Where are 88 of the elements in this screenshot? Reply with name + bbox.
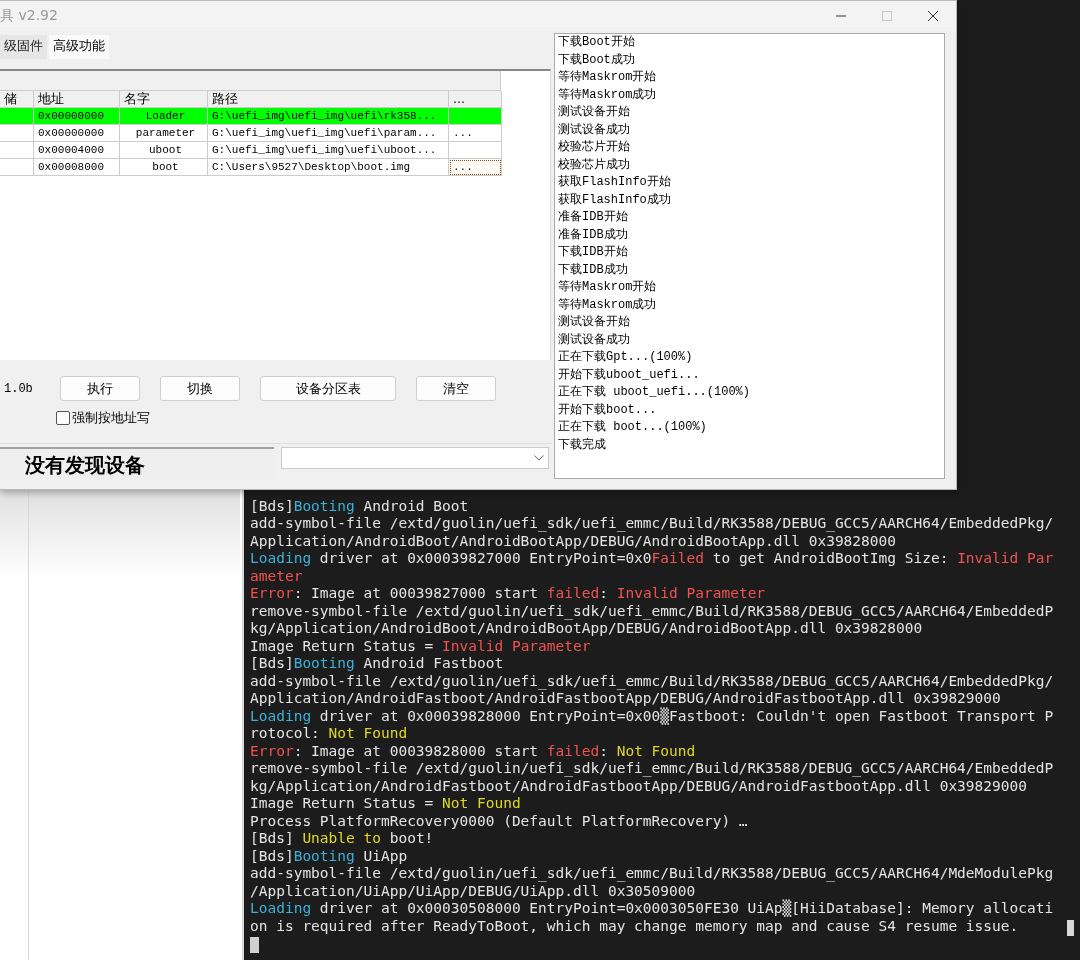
log-line: 开始下载boot... [558, 401, 658, 419]
checkbox[interactable] [56, 411, 70, 425]
log-line: 下载Boot成功 [558, 51, 636, 69]
table-cell: 0x00004000 [34, 142, 120, 159]
table-cell: parameter [120, 125, 208, 142]
terminal-line: kg/Application/AndroidBoot/AndroidBootApp/DEBUG/AndroidBootApp.dll 0x39828000 [250, 620, 923, 638]
log-line: 正在下载 boot...(100%) [558, 419, 708, 436]
column-header[interactable]: ... [449, 91, 502, 108]
terminal-line: [Bds]Booting Android Boot [250, 497, 469, 515]
log-line: 校验芯片成功 [558, 156, 631, 174]
log-line: 测试设备成功 [558, 121, 631, 139]
browse-button[interactable]: ... [449, 125, 502, 142]
terminal-line: kg/Application/AndroidFastboot/AndroidFastbootApp/DEBUG/AndroidFastbootApp.dll 0x39829000 [250, 777, 1027, 795]
version-label: 1.0b [3, 381, 34, 396]
terminal-line: ameter [250, 567, 303, 585]
terminal-line: add-symbol-file /extd/guolin/uefi_sdk/uefi_emmc/Build/RK3588/DEBUG_GCC5/AARCH64/EmbeddedPkg/ [250, 672, 1054, 690]
terminal-line: [Bds]Booting UiApp [250, 847, 408, 865]
device-dropdown[interactable] [281, 447, 549, 469]
terminal-line: /Application/UiApp/UiApp/DEBUG/UiApp.dll 0x30509000 [250, 882, 696, 900]
terminal-line: Image Return Status = Not Found [250, 795, 521, 813]
terminal-line: Loading driver at 0x00030508000 EntryPoint=0x0003050FE30 UiAp▒[HiiDatabase]: Memory allocati [250, 900, 1054, 918]
log-line: 准备IDB开始 [558, 209, 629, 226]
log-line: 校验芯片开始 [558, 139, 631, 156]
terminal-line: Process PlatformRecovery0000 (Default PlatformRecovery) … [250, 812, 748, 830]
action-button[interactable]: 执行 [60, 376, 140, 401]
close-icon [928, 11, 938, 21]
action-button[interactable]: 切换 [160, 376, 240, 401]
log-line: 下载IDB成功 [558, 261, 629, 279]
table-cell: G:\uefi_img\uefi_img\uefi\uboot... [208, 142, 449, 159]
log-line: 等待Maskrom开始 [558, 279, 658, 296]
column-header[interactable]: 名字 [120, 91, 208, 108]
scrollbar-thumb[interactable] [1067, 920, 1074, 936]
tab[interactable]: 级固件 [0, 35, 47, 59]
terminal-line: remove-symbol-file /extd/guolin/uefi_sdk/uefi_emmc/Build/RK3588/DEBUG_GCC5/AARCH64/EmbeddedP [250, 760, 1054, 778]
log-line: 测试设备成功 [558, 331, 631, 349]
terminal-line: Error: Image at 00039827000 start failed: Invalid Parameter [250, 585, 766, 603]
log-line: 获取FlashInfo开始 [558, 174, 672, 191]
table-cell: boot [120, 159, 208, 176]
log-line: 测试设备开始 [558, 104, 631, 121]
terminal-line: [Bds] Unable to boot! [250, 830, 434, 848]
log-line: 准备IDB成功 [558, 226, 629, 244]
maximize-icon [882, 11, 892, 21]
text-cursor [250, 937, 259, 953]
terminal-line: Loading driver at 0x00039827000 EntryPoint=0x0Failed to get AndroidBootImg Size: Invalid Par [250, 550, 1054, 568]
table-cell: Loader [120, 108, 208, 125]
log-line: 正在下载Gpt...(100%) [558, 349, 694, 366]
terminal-line: rotocol: Not Found [250, 725, 408, 743]
table-cell: 0x00000000 [34, 108, 120, 125]
action-button[interactable]: 清空 [416, 376, 496, 401]
log-line: 下载完成 [558, 436, 607, 454]
action-button[interactable]: 设备分区表 [260, 376, 396, 401]
browse-button[interactable]: ... [449, 159, 502, 176]
log-line: 正在下载 uboot_uefi...(100%) [558, 384, 752, 401]
table-cell [449, 142, 502, 159]
tab[interactable]: 高级功能 [49, 35, 109, 59]
log-line: 测试设备开始 [558, 314, 631, 331]
table-cell: uboot [120, 142, 208, 159]
table-cell: C:\Users\9527\Desktop\boot.img [208, 159, 449, 176]
minimize-icon [836, 15, 846, 17]
device-status: 没有发现设备 [0, 447, 274, 479]
log-line: 等待Maskrom开始 [558, 69, 658, 86]
table-cell [449, 108, 502, 125]
log-line: 等待Maskrom成功 [558, 86, 658, 104]
log-line: 获取FlashInfo成功 [558, 191, 672, 209]
chevron-down-icon [534, 455, 544, 461]
terminal-line: Application/AndroidFastboot/AndroidFastbootApp/DEBUG/AndroidFastbootApp.dll 0x39829000 [250, 690, 1001, 707]
terminal-line: Loading driver at 0x00039828000 EntryPoint=0x00▒Fastboot: Couldn't open Fastboot Transport P [250, 707, 1054, 725]
log-line: 等待Maskrom成功 [558, 296, 658, 314]
terminal-line: [Bds]Booting Android Fastboot [250, 655, 504, 673]
terminal-line: add-symbol-file /extd/guolin/uefi_sdk/uefi_emmc/Build/RK3588/DEBUG_GCC5/AARCH64/MdeModulePkg [250, 865, 1054, 883]
terminal-line: Error: Image at 00039828000 start failed: Not Found [250, 742, 696, 760]
table-cell: G:\uefi_img\uefi_img\uefi\param... [208, 125, 449, 142]
table-cell: 0x00008000 [34, 159, 120, 176]
log-line: 开始下载uboot_uefi... [558, 366, 701, 384]
terminal-line: Application/AndroidBoot/AndroidBootApp/DEBUG/AndroidBootApp.dll 0x39828000 [250, 532, 896, 550]
column-header[interactable]: 储 [0, 91, 34, 108]
table-cell: G:\uefi_img\uefi_img\uefi\rk358... [208, 108, 449, 125]
window-title: 具 v2.92 [0, 7, 58, 25]
terminal-line: remove-symbol-file /extd/guolin/uefi_sdk/uefi_emmc/Build/RK3588/DEBUG_GCC5/AARCH64/EmbeddedP [250, 602, 1054, 620]
table-cell: 0x00000000 [34, 125, 120, 142]
terminal-line: add-symbol-file /extd/guolin/uefi_sdk/uefi_emmc/Build/RK3588/DEBUG_GCC5/AARCH64/EmbeddedPkg/ [250, 515, 1054, 533]
log-line: 下载IDB开始 [558, 244, 629, 261]
column-header[interactable]: 路径 [208, 91, 449, 108]
terminal-line: Image Return Status = Invalid Parameter [250, 637, 591, 655]
column-header[interactable]: 地址 [34, 91, 120, 108]
log-line: 下载Boot开始 [558, 34, 636, 51]
terminal-line: on is required after ReadyToBoot, which may change memory map and cause S4 resume issue. [250, 917, 1019, 935]
checkbox-label: 强制按地址写 [72, 409, 150, 427]
